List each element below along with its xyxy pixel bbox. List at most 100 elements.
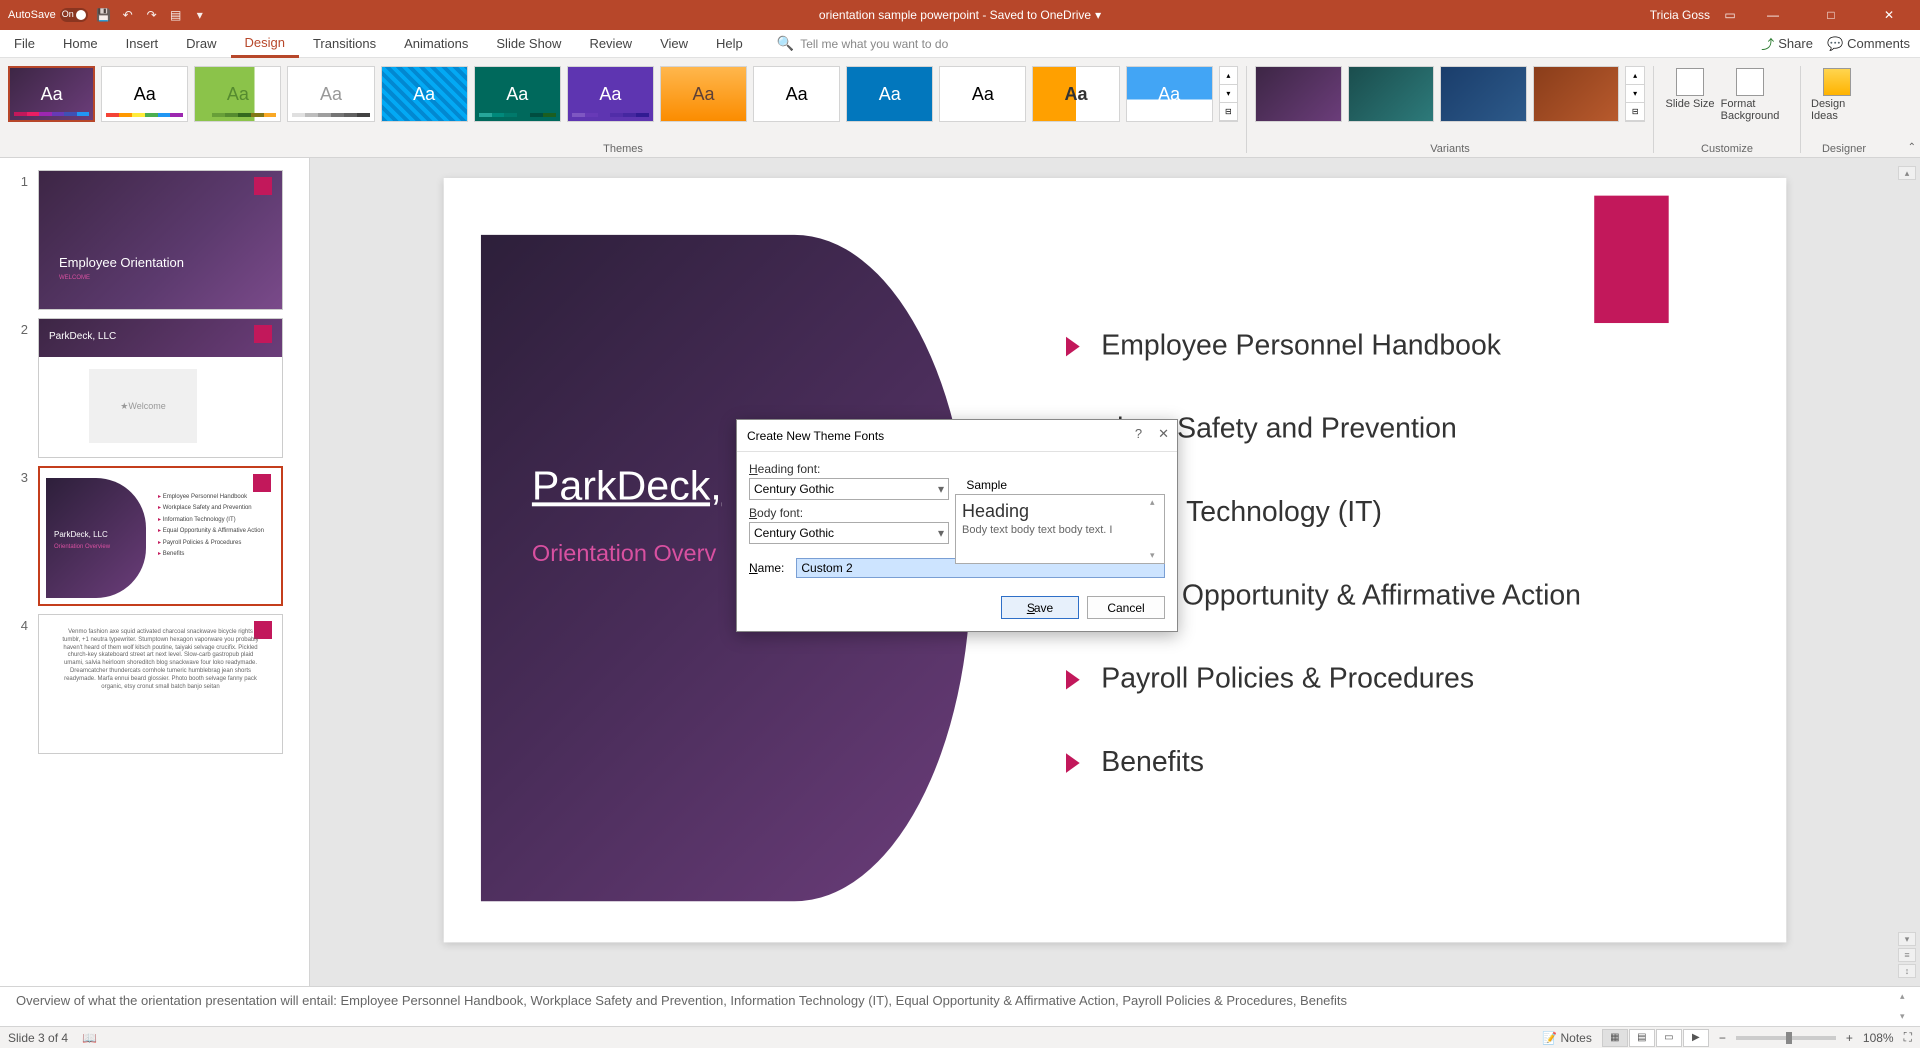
variant-item[interactable] (1533, 66, 1620, 122)
chevron-down-icon[interactable]: ▾ (1095, 8, 1101, 22)
theme-item[interactable]: Aa (939, 66, 1026, 122)
theme-item[interactable]: Aa (194, 66, 281, 122)
theme-item[interactable]: Aa (1032, 66, 1119, 122)
comments-button[interactable]: 💬Comments (1827, 34, 1910, 53)
dialog-close-button[interactable]: ✕ (1158, 426, 1169, 442)
share-icon: ⤴ (1761, 34, 1774, 53)
slide-size-icon (1676, 68, 1704, 96)
slide-thumbnail[interactable]: Employee Orientation WELCOME (38, 170, 283, 310)
toggle-switch-icon[interactable]: On (60, 8, 88, 22)
notes-button[interactable]: 📝 Notes (1542, 1031, 1592, 1045)
user-name[interactable]: Tricia Goss (1650, 8, 1710, 22)
autosave-state: On (62, 9, 74, 19)
design-ideas-button[interactable]: Design Ideas (1809, 66, 1865, 124)
zoom-level[interactable]: 108% (1863, 1031, 1894, 1045)
theme-item[interactable]: Aa (8, 66, 95, 122)
theme-item[interactable]: Aa (753, 66, 840, 122)
save-button[interactable]: Save (1001, 596, 1079, 619)
zoom-slider[interactable] (1736, 1036, 1836, 1040)
dialog-titlebar[interactable]: Create New Theme Fonts ? ✕ (737, 420, 1177, 452)
slide-counter[interactable]: Slide 3 of 4 (8, 1031, 68, 1045)
share-button[interactable]: ⤴Share (1761, 34, 1813, 53)
slide-thumbnail[interactable]: Venmo fashion axe squid activated charco… (38, 614, 283, 754)
normal-view-button[interactable]: ▦ (1602, 1029, 1628, 1047)
theme-item[interactable]: Aa (381, 66, 468, 122)
tab-draw[interactable]: Draw (172, 30, 230, 58)
tab-insert[interactable]: Insert (112, 30, 173, 58)
sample-scrollbar[interactable]: ▴▾ (1148, 495, 1164, 563)
slide-thumbnail[interactable]: ParkDeck, LLC ★ Welcome (38, 318, 283, 458)
autosave-label: AutoSave (8, 9, 56, 21)
theme-item[interactable]: Aa (287, 66, 374, 122)
notes-text: Overview of what the orientation present… (16, 993, 1347, 1008)
slide-title-text[interactable]: ParkDeck, (532, 462, 722, 509)
heading-font-dropdown[interactable]: Century Gothic (749, 478, 949, 500)
tell-me-search[interactable]: 🔍 Tell me what you want to do (777, 35, 949, 52)
vertical-scrollbar[interactable]: ▴ (1898, 166, 1916, 180)
autosave-toggle[interactable]: AutoSave On (8, 8, 88, 22)
slide-thumbnail[interactable]: ParkDeck, LLC Orientation Overview Emplo… (38, 466, 283, 606)
notes-scrollbar[interactable]: ▴▾ (1900, 991, 1916, 1022)
tab-review[interactable]: Review (575, 30, 646, 58)
slideshow-view-button[interactable]: ▶ (1683, 1029, 1709, 1047)
format-bg-icon (1736, 68, 1764, 96)
zoom-in-button[interactable]: + (1846, 1031, 1853, 1045)
spellcheck-icon[interactable]: 📖 (82, 1031, 97, 1045)
undo-icon[interactable]: ↶ (120, 7, 136, 23)
minimize-button[interactable]: — (1750, 0, 1796, 30)
theme-item[interactable]: Aa (567, 66, 654, 122)
document-title[interactable]: orientation sample powerpoint - Saved to… (819, 8, 1101, 22)
present-icon[interactable]: ▤ (168, 7, 184, 23)
cancel-button[interactable]: Cancel (1087, 596, 1165, 619)
redo-icon[interactable]: ↷ (144, 7, 160, 23)
variant-item[interactable] (1255, 66, 1342, 122)
thumb-image-placeholder: ★ Welcome (89, 369, 197, 443)
slide-size-button[interactable]: Slide Size (1662, 66, 1718, 124)
bullet-text: Employee Personnel Handbook (1101, 330, 1501, 362)
theme-item[interactable]: Aa (474, 66, 561, 122)
comment-icon: 💬 (1827, 36, 1843, 52)
theme-item[interactable]: Aa (846, 66, 933, 122)
dialog-title-text: Create New Theme Fonts (747, 429, 884, 443)
variants-more-button[interactable]: ▴▾⊟ (1625, 66, 1645, 122)
collapse-ribbon-button[interactable]: ⌃ (1908, 142, 1916, 153)
tab-home[interactable]: Home (49, 30, 112, 58)
tab-transitions[interactable]: Transitions (299, 30, 390, 58)
sample-preview: Heading Body text body text body text. I… (955, 494, 1165, 564)
ribbon-options-icon[interactable]: ▭ (1722, 7, 1738, 23)
zoom-out-button[interactable]: − (1719, 1031, 1726, 1045)
tab-view[interactable]: View (646, 30, 702, 58)
variant-item[interactable] (1348, 66, 1435, 122)
sorter-view-button[interactable]: ▤ (1629, 1029, 1655, 1047)
variants-group-label: Variants (1255, 143, 1645, 155)
theme-item[interactable]: Aa (1126, 66, 1213, 122)
vertical-scrollbar[interactable]: ▾≡↕ (1898, 932, 1916, 978)
fit-to-window-button[interactable]: ⛶ (1904, 1030, 1912, 1045)
thumb-number: 1 (12, 170, 28, 310)
notes-pane[interactable]: Overview of what the orientation present… (0, 986, 1920, 1026)
body-font-dropdown[interactable]: Century Gothic (749, 522, 949, 544)
tab-help[interactable]: Help (702, 30, 757, 58)
tab-animations[interactable]: Animations (390, 30, 482, 58)
search-icon: 🔍 (777, 35, 794, 52)
dialog-help-button[interactable]: ? (1135, 426, 1142, 442)
theme-item[interactable]: Aa (660, 66, 747, 122)
tab-slideshow[interactable]: Slide Show (482, 30, 575, 58)
slide-subtitle-text[interactable]: Orientation Overv (532, 541, 716, 568)
tellme-placeholder: Tell me what you want to do (800, 37, 948, 51)
designer-group-label: Designer (1809, 143, 1879, 155)
theme-item[interactable]: Aa (101, 66, 188, 122)
bullet-text: Payroll Policies & Procedures (1101, 663, 1474, 695)
save-icon[interactable]: 💾 (96, 7, 112, 23)
maximize-button[interactable]: □ (1808, 0, 1854, 30)
slide-accent-shape[interactable] (1594, 196, 1668, 323)
tab-file[interactable]: File (0, 30, 49, 58)
format-background-button[interactable]: Format Background (1722, 66, 1778, 124)
reading-view-button[interactable]: ▭ (1656, 1029, 1682, 1047)
close-button[interactable]: ✕ (1866, 0, 1912, 30)
status-bar: Slide 3 of 4 📖 📝 Notes ▦ ▤ ▭ ▶ − + 108% … (0, 1026, 1920, 1048)
themes-more-button[interactable]: ▴▾⊟ (1219, 66, 1238, 122)
tab-design[interactable]: Design (231, 30, 299, 58)
variant-item[interactable] (1440, 66, 1527, 122)
more-icon[interactable]: ▾ (192, 7, 208, 23)
